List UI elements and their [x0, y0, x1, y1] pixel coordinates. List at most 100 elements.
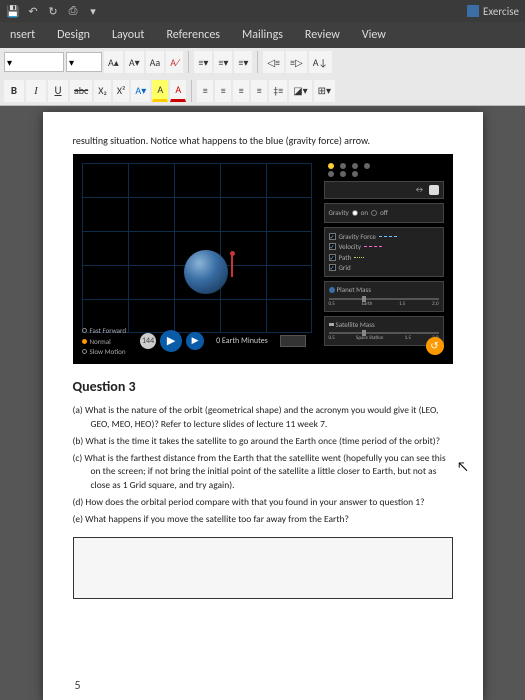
underline-button[interactable]: U [48, 80, 68, 102]
page-number: 5 [75, 678, 81, 694]
font-name-combo[interactable]: ▾ [4, 52, 64, 72]
borders-button[interactable]: ⊞▾ [314, 80, 335, 102]
clear-formatting-button[interactable]: A⁄ [166, 51, 183, 73]
sim-grid [82, 163, 312, 333]
highlight-button[interactable]: A [152, 80, 168, 102]
repeat-icon[interactable]: ↻ [46, 4, 60, 18]
qa-dropdown-icon[interactable]: ▾ [86, 4, 100, 18]
line-spacing-button[interactable]: ‡≡ [269, 80, 287, 102]
answer-textbox[interactable] [73, 537, 453, 599]
page-area[interactable]: resulting situation. Notice what happens… [0, 106, 525, 700]
justify-button[interactable]: ≡ [251, 80, 267, 102]
planet-mass-icon [329, 287, 335, 293]
subscript-button[interactable]: X₂ [94, 80, 111, 102]
mode4-icon[interactable] [364, 163, 370, 169]
question-list: (a) What is the nature of the orbit (geo… [73, 404, 453, 526]
question-heading: Question 3 [73, 378, 453, 397]
print-icon[interactable]: ⎙ [66, 4, 80, 18]
gravity-off-radio[interactable] [371, 210, 377, 216]
bullets-button[interactable]: ≡▾ [194, 51, 212, 73]
shading-button[interactable]: ◪▾ [289, 80, 311, 102]
tape-measure-icon[interactable]: ↔ [414, 185, 424, 196]
time-counter [280, 335, 306, 347]
document-title: Exercise [483, 5, 519, 18]
pm-max: 2.0 [432, 301, 438, 308]
document-icon [467, 5, 479, 17]
tab-references[interactable]: References [164, 24, 222, 46]
align-center-button[interactable]: ≡ [215, 80, 231, 102]
velocity-checkbox[interactable] [329, 243, 336, 250]
separator [257, 51, 258, 73]
save-icon[interactable]: 💾 [6, 4, 20, 18]
reset-button[interactable]: ↺ [426, 337, 444, 355]
change-case-button[interactable]: Aa [146, 51, 165, 73]
gravity-toggle-box: Gravity on off [324, 203, 444, 222]
slow-radio[interactable] [82, 349, 87, 354]
question-item-d: (d) How does the orbital period compare … [73, 496, 453, 510]
velocity-legend-icon [364, 246, 382, 247]
path-label: Path [339, 253, 352, 262]
step-back-button[interactable]: 144 [140, 333, 156, 349]
increase-indent-button[interactable]: ≡▷ [286, 51, 307, 73]
fast-radio[interactable] [82, 328, 87, 333]
tab-design[interactable]: Design [55, 24, 92, 46]
sim-playback-controls: Fast Forward Normal Slow Motion 144 ▶ ▶ … [82, 326, 306, 356]
question-item-b: (b) What is the time it takes the satell… [73, 435, 453, 449]
multilevel-button[interactable]: ≡▾ [234, 51, 252, 73]
align-left-button[interactable]: ≡ [197, 80, 213, 102]
tab-layout[interactable]: Layout [110, 24, 147, 46]
step-forward-button[interactable]: ▶ [186, 332, 204, 350]
sat-mass-label: Satellite Mass [336, 320, 375, 329]
gforce-legend-icon [379, 236, 397, 237]
mode2-icon[interactable] [340, 163, 346, 169]
return-object-icon[interactable] [429, 185, 439, 195]
ribbon-tabs: nsert Design Layout References Mailings … [0, 22, 525, 48]
tab-view[interactable]: View [360, 24, 388, 46]
planet-mass-slider[interactable] [329, 298, 439, 300]
velocity-label: Velocity [339, 242, 361, 251]
gravity-off-label: off [380, 208, 388, 217]
mode3-icon[interactable] [352, 163, 358, 169]
path-checkbox[interactable] [329, 254, 336, 261]
fast-label: Fast Forward [90, 326, 127, 335]
app-window: 💾 ↶ ↻ ⎙ ▾ Exercise nsert Design Layout R… [0, 0, 525, 700]
mode6-icon[interactable] [340, 171, 346, 177]
align-right-button[interactable]: ≡ [233, 80, 249, 102]
tab-insert[interactable]: nsert [8, 24, 37, 46]
play-button[interactable]: ▶ [160, 330, 182, 352]
sat-mass-slider[interactable] [329, 332, 439, 334]
font-size-combo[interactable]: ▾ [66, 52, 102, 72]
mode5-icon[interactable] [328, 171, 334, 177]
normal-radio[interactable] [82, 339, 87, 344]
italic-button[interactable]: I [26, 80, 46, 102]
font-color-button[interactable]: A [170, 80, 186, 102]
play-group: 144 ▶ ▶ [140, 330, 204, 352]
sat-mass-box: Satellite Mass 0.5 Space Station 1.5 2.0 [324, 316, 444, 346]
ribbon-row-1: ▾ ▾ A▴ A▾ Aa A⁄ ≡▾ ≡▾ ≡▾ ◁≡ ≡▷ A↓ [0, 48, 525, 77]
undo-icon[interactable]: ↶ [26, 4, 40, 18]
tab-review[interactable]: Review [303, 24, 342, 46]
tab-mailings[interactable]: Mailings [240, 24, 285, 46]
gravity-on-label: on [361, 208, 368, 217]
question-item-e: (e) What happens if you move the satelli… [73, 513, 453, 527]
shrink-font-button[interactable]: A▾ [125, 51, 144, 73]
grow-font-button[interactable]: A▴ [104, 51, 123, 73]
gravity-force-checkbox[interactable] [329, 233, 336, 240]
gravity-label: Gravity [329, 208, 349, 217]
ribbon-row-2: B I U abc X₂ X² A▾ A A ≡ ≡ ≡ ≡ ‡≡ ◪▾ ⊞▾ [0, 77, 525, 106]
text-effects-button[interactable]: A▾ [131, 80, 150, 102]
numbering-button[interactable]: ≡▾ [214, 51, 232, 73]
grid-checkbox[interactable] [329, 264, 336, 271]
decrease-indent-button[interactable]: ◁≡ [263, 51, 284, 73]
bold-button[interactable]: B [4, 80, 24, 102]
sort-button[interactable]: A↓ [309, 51, 332, 73]
pm-min: 0.5 [329, 301, 335, 308]
gravity-arrow-icon [231, 255, 233, 277]
superscript-button[interactable]: X² [113, 80, 130, 102]
sm-mid: Space Station [356, 335, 383, 342]
gravity-on-radio[interactable] [352, 210, 358, 216]
mode7-icon[interactable] [352, 171, 358, 177]
question-item-a: (a) What is the nature of the orbit (geo… [73, 404, 453, 432]
strikethrough-button[interactable]: abc [70, 80, 92, 102]
sun-mode-icon[interactable] [328, 163, 334, 169]
